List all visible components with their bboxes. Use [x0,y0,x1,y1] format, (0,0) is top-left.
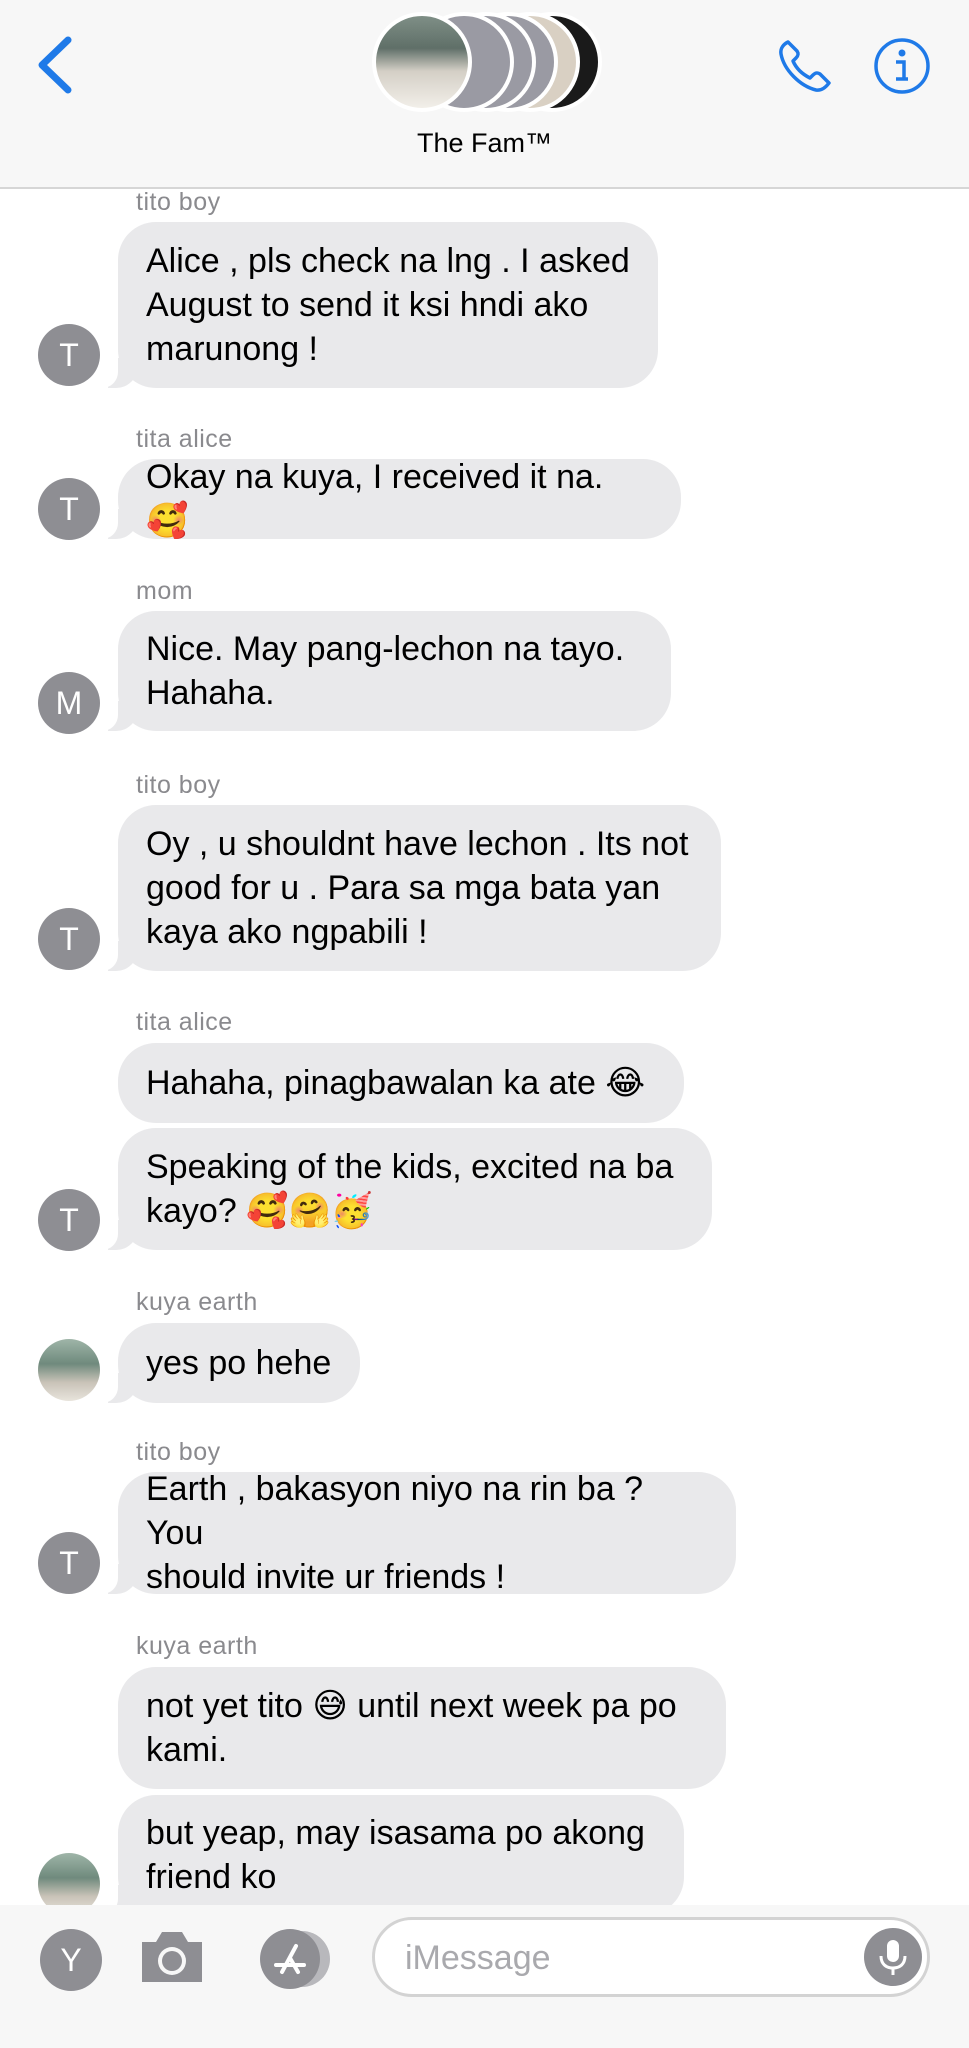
message-bubble[interactable]: yes po hehe [96,1323,360,1403]
sender-name: tito boy [136,188,221,216]
camera-button[interactable] [136,1924,208,1988]
sender-name: tita alice [136,425,233,453]
chevron-left-icon [38,36,72,94]
phone-icon [779,40,831,92]
info-button[interactable] [872,36,932,96]
message-bubble[interactable]: but yeap, may isasama po akong friend ko [96,1795,684,1915]
app-store-button[interactable] [252,1928,338,1990]
user-avatar[interactable]: Y [40,1929,102,1991]
sender-name: mom [136,577,194,605]
avatar[interactable]: T [38,324,100,386]
microphone-button[interactable] [864,1928,922,1986]
message-bubble[interactable]: not yet tito 😅 until next week pa po kam… [118,1667,726,1789]
message-bubble[interactable]: Speaking of the kids, excited na ba kayo… [96,1128,712,1250]
message-bubble[interactable]: Earth , bakasyon niyo na rin ba ? You sh… [96,1470,736,1596]
avatar[interactable]: M [38,672,100,734]
call-button[interactable] [774,36,836,98]
back-button[interactable] [30,30,80,100]
message-bubble[interactable]: Oy , u shouldnt have lechon . Its not go… [96,805,721,971]
sender-name: tito boy [136,1438,221,1466]
avatar[interactable]: T [38,908,100,970]
group-avatar-stack[interactable] [372,12,602,112]
sender-name: tita alice [136,1008,233,1036]
avatar[interactable]: T [38,1189,100,1251]
sender-name: kuya earth [136,1632,258,1660]
group-title-text: The Fam™ [416,128,553,158]
avatar[interactable]: T [38,478,100,540]
app-store-icon [260,1929,330,1989]
camera-icon [142,1932,202,1982]
avatar-photo[interactable] [38,1339,100,1401]
microphone-icon [879,1940,907,1975]
member-avatar-photo [372,12,472,112]
imessage-input[interactable] [405,1930,845,1986]
conversation-header: The Fam™ [0,0,969,189]
info-icon [874,38,930,94]
sender-name: tito boy [136,771,221,799]
avatar[interactable]: T [38,1532,100,1594]
group-title[interactable]: The Fam™ [0,128,969,159]
message-bubble[interactable]: Alice , pls check na lng . I asked Augus… [96,222,658,388]
message-bubble[interactable]: Hahaha, pinagbawalan ka ate 😂 [118,1043,684,1123]
message-bubble[interactable]: Nice. May pang-lechon na tayo. Hahaha. [96,611,671,731]
sender-name: kuya earth [136,1288,258,1316]
message-bubble[interactable]: Okay na kuya, I received it na. 🥰 [96,458,681,540]
imessage-input-container [372,1917,930,1997]
